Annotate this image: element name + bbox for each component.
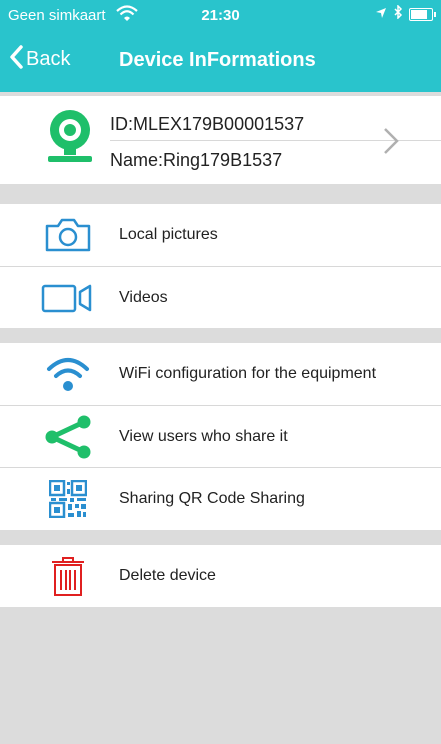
wifi-config-row[interactable]: WiFi configuration for the equipment: [0, 343, 441, 405]
delete-device-row[interactable]: Delete device: [0, 545, 441, 607]
back-label: Back: [26, 48, 71, 70]
device-name: Name:Ring179B1537: [110, 150, 283, 170]
view-users-label: View users who share it: [119, 427, 288, 445]
videos-row[interactable]: Videos: [0, 267, 441, 328]
wifi-config-label: WiFi configuration for the equipment: [119, 365, 377, 382]
navigation-bar: Back Device InFormations: [0, 30, 441, 92]
sharing-section: WiFi configuration for the equipment Vie…: [0, 343, 441, 530]
trash-icon: [38, 545, 98, 607]
battery-icon: [409, 7, 436, 21]
delete-device-label: Delete device: [119, 567, 216, 584]
media-section: Local pictures Videos: [0, 204, 441, 328]
qr-sharing-row[interactable]: Sharing QR Code Sharing: [0, 468, 441, 530]
view-users-row[interactable]: View users who share it: [0, 406, 441, 467]
back-button[interactable]: Back: [8, 44, 70, 75]
local-pictures-row[interactable]: Local pictures: [0, 204, 441, 266]
location-arrow-icon: [375, 6, 387, 23]
qr-code-icon: [38, 468, 98, 530]
local-pictures-label: Local pictures: [119, 226, 218, 243]
status-right: [375, 4, 436, 23]
videos-label: Videos: [119, 288, 168, 306]
device-card[interactable]: ID:MLEX179B00001537 Name:Ring179B1537: [0, 96, 441, 184]
share-icon: [38, 406, 98, 467]
delete-section: Delete device: [0, 545, 441, 607]
bluetooth-icon: [393, 4, 403, 23]
wifi-icon: [38, 343, 98, 405]
page-title: Device InFormations: [119, 49, 316, 71]
qr-sharing-label: Sharing QR Code Sharing: [119, 490, 305, 507]
device-id: ID:MLEX179B00001537: [110, 114, 305, 134]
camera-icon: [38, 204, 98, 266]
video-camera-icon: [38, 267, 98, 328]
status-bar: Geen simkaart 21:30: [0, 0, 441, 30]
chevron-right-icon: [382, 126, 400, 161]
chevron-left-icon: [8, 44, 24, 75]
camera-device-icon: [44, 108, 96, 169]
